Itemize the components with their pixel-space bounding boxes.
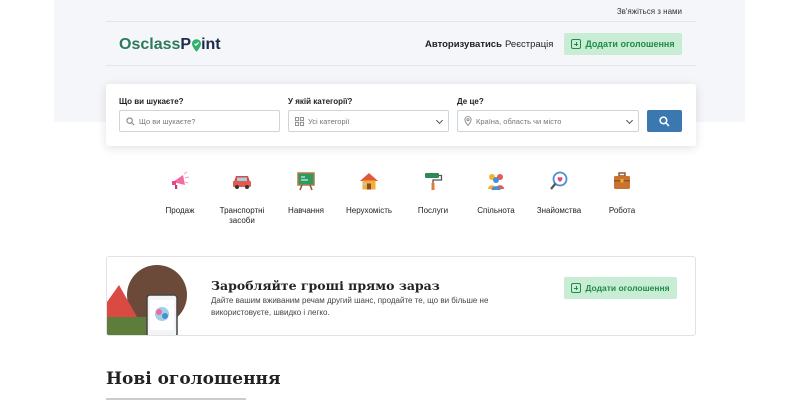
promo-title: Заробляйте гроші прямо зараз — [211, 278, 440, 293]
header: Osclass P int Авторизуватись Реєстрація … — [106, 22, 696, 66]
category-item-jobs[interactable]: Робота — [592, 170, 652, 216]
blackboard-icon — [297, 172, 315, 191]
register-link[interactable]: Реєстрація — [505, 39, 553, 50]
house-icon — [360, 173, 378, 190]
search-button[interactable] — [647, 110, 682, 132]
car-icon — [233, 176, 251, 189]
map-pin-icon — [464, 116, 472, 126]
login-link[interactable]: Авторизуватись — [425, 39, 502, 50]
people-icon — [488, 174, 504, 190]
paint-roller-icon — [425, 173, 443, 190]
plus-square-icon — [571, 39, 582, 49]
category-item-dating[interactable]: Знайомства — [529, 170, 589, 216]
search-panel: Що ви шукаєте? Що ви шукаєте? У якій кат… — [106, 84, 696, 146]
category-select-value: Усі категорії — [308, 116, 350, 126]
category-list: Продаж Транспортні засоби Навчання Нерух… — [150, 170, 650, 230]
category-select[interactable]: Усі категорії — [288, 110, 449, 132]
post-ad-button[interactable]: Додати оголошення — [564, 33, 682, 55]
category-item-vehicles[interactable]: Транспортні засоби — [212, 170, 272, 226]
category-item-sale[interactable]: Продаж — [150, 170, 210, 216]
category-item-education[interactable]: Навчання — [276, 170, 336, 216]
category-label-services: Послуги — [417, 206, 449, 215]
grid-icon — [295, 116, 304, 126]
search-input[interactable]: Що ви шукаєте? — [119, 110, 280, 132]
top-bar: Зв'яжіться з нами — [106, 0, 696, 22]
category-label-jobs: Робота — [608, 206, 636, 215]
category-label-sale: Продаж — [165, 206, 195, 215]
search-icon — [126, 116, 135, 125]
logo-text-osclass: Osclass — [119, 36, 181, 53]
category-label-real-estate: Нерухомість — [345, 206, 393, 215]
logo-text-int: int — [201, 36, 221, 53]
search-input-placeholder: Що ви шукаєте? — [139, 116, 196, 126]
category-label-community: Спільнота — [477, 206, 515, 215]
promo-text: Дайте вашим вживаним речам другий шанс, … — [211, 296, 489, 317]
category-label-education: Навчання — [288, 206, 324, 215]
briefcase-icon — [614, 172, 630, 189]
chevron-down-icon — [625, 116, 634, 125]
promo-post-ad-label: Додати оголошення — [585, 283, 670, 293]
category-label-vehicles: Транспортні засоби — [219, 206, 265, 225]
search-what-label: Що ви шукаєте? — [119, 97, 184, 106]
category-label: У якій категорії? — [288, 97, 353, 106]
megaphone-icon — [172, 171, 190, 189]
category-item-services[interactable]: Послуги — [403, 170, 463, 216]
location-pin-icon — [192, 38, 202, 52]
promo-banner: Заробляйте гроші прямо зараз Дайте вашим… — [106, 256, 696, 336]
location-label: Де це? — [457, 97, 484, 106]
location-select[interactable]: Країна, область чи місто — [457, 110, 639, 132]
logo[interactable]: Osclass P int — [119, 34, 221, 56]
search-icon — [659, 115, 670, 126]
post-ad-button-label: Додати оголошення — [585, 39, 675, 49]
contact-us-link[interactable]: Зв'яжіться з нами — [617, 7, 682, 16]
location-select-placeholder: Країна, область чи місто — [476, 116, 562, 126]
logo-text-p: P — [180, 36, 192, 53]
promo-post-ad-button[interactable]: Додати оголошення — [564, 277, 677, 299]
chevron-down-icon — [435, 116, 444, 125]
category-item-real-estate[interactable]: Нерухомість — [339, 170, 399, 216]
category-item-community[interactable]: Спільнота — [466, 170, 526, 216]
category-label-dating: Знайомства — [536, 206, 582, 215]
new-listings-title: Нові оголошення — [106, 369, 281, 389]
promo-illustration — [107, 265, 187, 335]
plus-square-icon — [571, 283, 582, 293]
heart-magnifier-icon — [550, 171, 568, 190]
